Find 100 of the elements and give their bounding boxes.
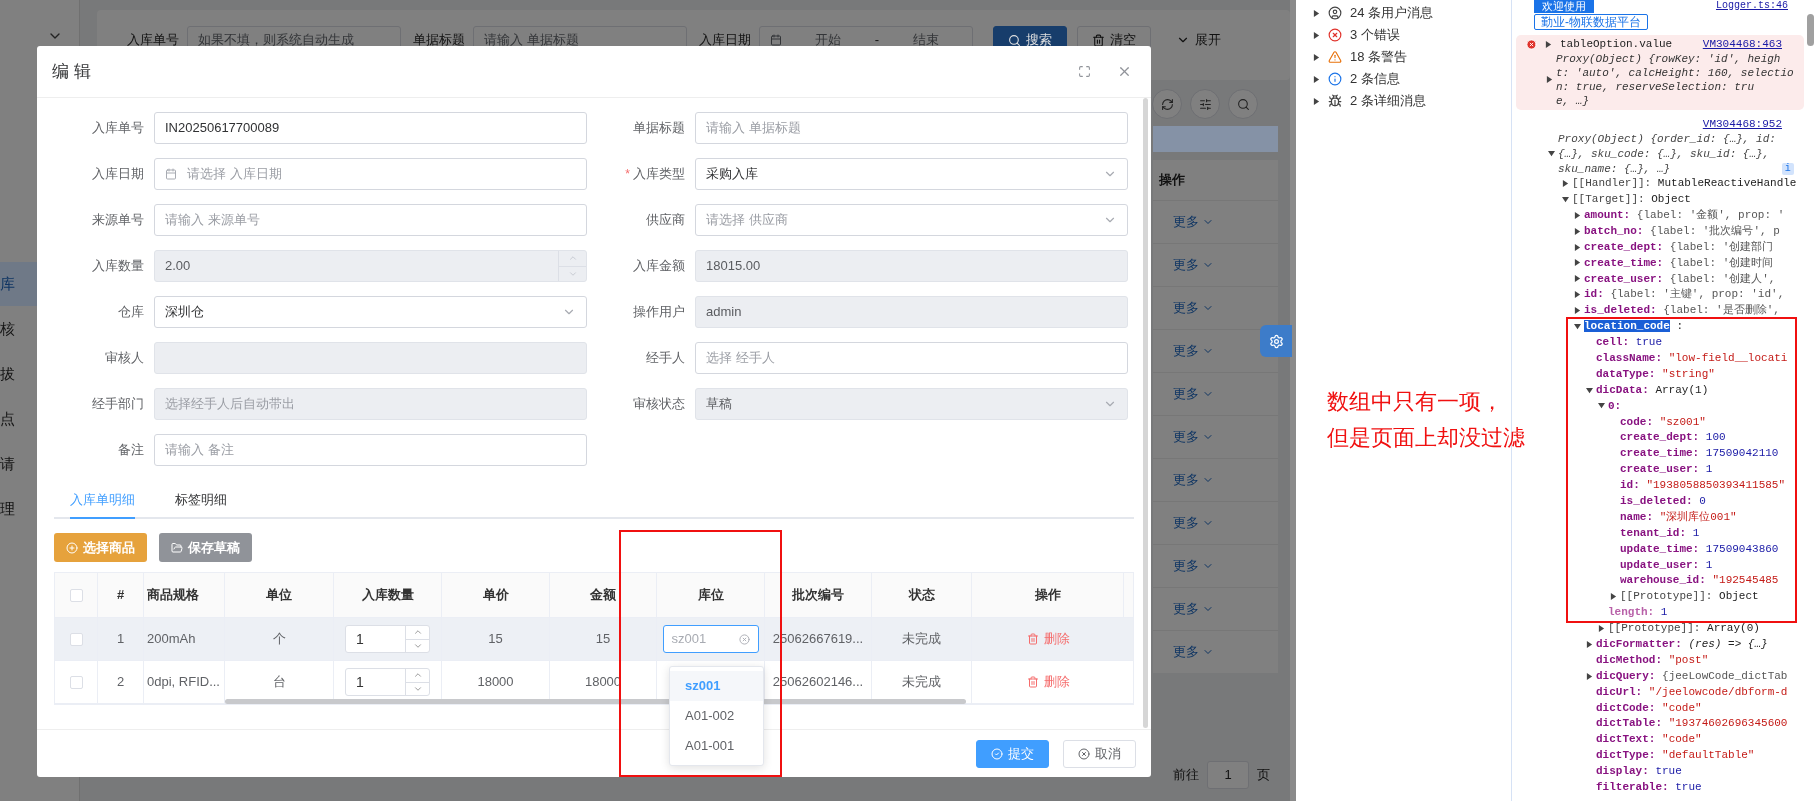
message-group[interactable]: 18 条警告 (1350, 47, 1408, 67)
message-group[interactable]: 2 条信息 (1350, 69, 1400, 89)
property-line[interactable]: name: "深圳库位001" (1620, 508, 1737, 526)
caret-right-icon[interactable] (1313, 97, 1320, 105)
caret-right-icon[interactable] (1598, 624, 1605, 632)
caret-right-icon[interactable] (1574, 307, 1581, 315)
property-line[interactable]: dicData: Array(1) (1596, 381, 1709, 399)
caret-right-icon[interactable] (1574, 227, 1581, 235)
column-header: 状态 (908, 586, 935, 605)
caret-down-icon[interactable] (1562, 195, 1569, 203)
property-line[interactable]: create_dept: 100 (1620, 429, 1726, 446)
checkbox[interactable] (69, 632, 83, 646)
caret-right-icon[interactable] (1574, 259, 1581, 267)
caret-right-icon[interactable] (1313, 53, 1320, 61)
property-line[interactable]: amount: {label: '金额', prop: ' (1584, 207, 1785, 224)
property-line[interactable]: className: "low-field__locati (1596, 350, 1788, 367)
property-line[interactable]: dataType: "string" (1596, 365, 1715, 383)
dropdown-option[interactable]: A01-001 (670, 731, 763, 761)
property-line[interactable]: create_time: 17509042110 (1620, 445, 1779, 462)
property-line[interactable]: create_user: 1 (1620, 461, 1713, 478)
message-group[interactable]: 2 条详细消息 (1350, 91, 1426, 111)
property-line[interactable]: update_time: 17509043860 (1620, 540, 1779, 558)
column-settings-button[interactable] (1190, 89, 1220, 119)
tab[interactable]: 标签明细 (175, 483, 227, 519)
caret-right-icon[interactable] (1313, 75, 1320, 83)
field-label: 审核人 (105, 349, 144, 368)
source-link[interactable]: Logger.ts:46 (1716, 0, 1788, 12)
table-cell-text: 未完成 (902, 673, 941, 692)
message-group[interactable]: 24 条用户消息 (1350, 3, 1434, 23)
property-line[interactable]: dicMethod: "post" (1596, 651, 1709, 669)
close-icon[interactable] (1117, 64, 1132, 79)
caret-right-icon[interactable] (1574, 275, 1581, 283)
property-line[interactable]: [[Prototype]]: Array(0) (1608, 620, 1760, 637)
trash-icon (1026, 676, 1039, 688)
property-line[interactable]: is_deleted: {label: '是否删除', (1584, 302, 1780, 319)
caret-down-icon[interactable] (1586, 386, 1593, 394)
property-line[interactable]: batch_no: {label: '批次编号', p (1584, 222, 1780, 240)
property-line[interactable]: dictCode: "code" (1596, 699, 1702, 717)
caret-right-icon[interactable] (1562, 179, 1569, 187)
dropdown-option[interactable]: A01-002 (670, 701, 763, 731)
property-line[interactable]: [[Target]]: Object (1572, 191, 1691, 208)
search-button[interactable] (1228, 89, 1258, 119)
caret-right-icon[interactable] (1313, 9, 1320, 17)
checkbox[interactable] (69, 588, 83, 602)
property-line[interactable]: dictText: "code" (1596, 731, 1702, 748)
console-scrollbar[interactable] (1807, 14, 1814, 46)
property-line[interactable]: display: true (1596, 763, 1682, 780)
property-line[interactable]: tenant_id: 1 (1620, 524, 1700, 542)
caret-right-icon[interactable] (1574, 243, 1581, 251)
property-line[interactable]: id: {label: '主键', prop: 'id', (1584, 286, 1785, 303)
fullscreen-icon[interactable] (1078, 65, 1091, 78)
settings-button[interactable] (1260, 325, 1292, 357)
object-preview: e, …} (1556, 93, 1590, 108)
caret-right-icon[interactable] (1586, 672, 1593, 680)
refresh-button[interactable] (1152, 89, 1182, 119)
select-field[interactable]: 采购入库 (695, 158, 1128, 190)
property-line[interactable]: dicUrl: "/jeelowcode/dbform-d (1596, 683, 1788, 701)
table-cell-text: 个 (272, 630, 286, 649)
caret-down-icon[interactable] (1574, 322, 1581, 330)
property-line[interactable]: [[Prototype]]: Object (1620, 588, 1759, 605)
table-cell-text: 台 (272, 673, 286, 692)
source-link[interactable]: VM304468:463 (1702, 35, 1782, 53)
property-line[interactable]: dictType: "defaultTable" (1596, 747, 1755, 764)
message-group[interactable]: 3 个错误 (1350, 25, 1400, 45)
property-line[interactable]: cell: true (1596, 334, 1663, 351)
caret-right-icon[interactable] (1545, 40, 1552, 48)
property-line[interactable]: code: "sz001" (1620, 413, 1706, 431)
caret-down-icon[interactable] (1598, 402, 1605, 410)
property-line[interactable]: filterable: true (1596, 779, 1702, 796)
caret-down-icon[interactable] (1548, 149, 1555, 157)
select-field[interactable]: 深圳仓 (154, 296, 587, 328)
sliders-icon (1198, 97, 1212, 111)
property-line[interactable]: update_user: 1 (1620, 556, 1713, 574)
caret-right-icon[interactable] (1574, 211, 1581, 219)
caret-right-icon[interactable] (1610, 593, 1617, 601)
column-header: # (116, 586, 125, 605)
property-line[interactable]: dicQuery: {jeeLowCode_dictTab (1596, 667, 1788, 685)
property-line[interactable]: dicFormatter: (res) => {…} (1596, 636, 1768, 653)
checkbox[interactable] (69, 675, 83, 689)
vertical-scrollbar[interactable] (1143, 98, 1148, 728)
property-line[interactable]: length: 1 (1608, 604, 1668, 621)
input-field[interactable]: IN20250617700089 (154, 112, 587, 144)
property-line[interactable]: 0: (1608, 397, 1622, 415)
property-line[interactable]: warehouse_id: "192545485 (1620, 572, 1779, 589)
caret-right-icon[interactable] (1546, 76, 1553, 83)
property-line[interactable]: [[Handler]]: MutableReactiveHandle (1572, 175, 1797, 192)
property-line[interactable]: id: "1938058850393411585" (1620, 477, 1786, 494)
caret-right-icon[interactable] (1574, 291, 1581, 299)
caret-right-icon[interactable] (1586, 640, 1593, 648)
property-line[interactable]: dictTable: "19374602696345600 (1596, 715, 1788, 732)
property-line[interactable]: create_user: {label: '创建人', (1584, 270, 1776, 288)
property-line[interactable]: create_dept: {label: '创建部门 (1584, 238, 1774, 256)
cancel-button[interactable]: 取消 (1063, 739, 1136, 768)
pager-label: 前往 (1173, 766, 1199, 785)
source-link[interactable]: VM304468:952 (1702, 115, 1782, 131)
page-input[interactable]: 1 (1207, 761, 1249, 789)
expand-button[interactable]: 展开 (1161, 26, 1236, 54)
property-line[interactable]: is_deleted: 0 (1620, 493, 1706, 510)
property-line[interactable]: create_time: {label: '创建时间 (1584, 254, 1774, 272)
caret-right-icon[interactable] (1313, 31, 1320, 39)
